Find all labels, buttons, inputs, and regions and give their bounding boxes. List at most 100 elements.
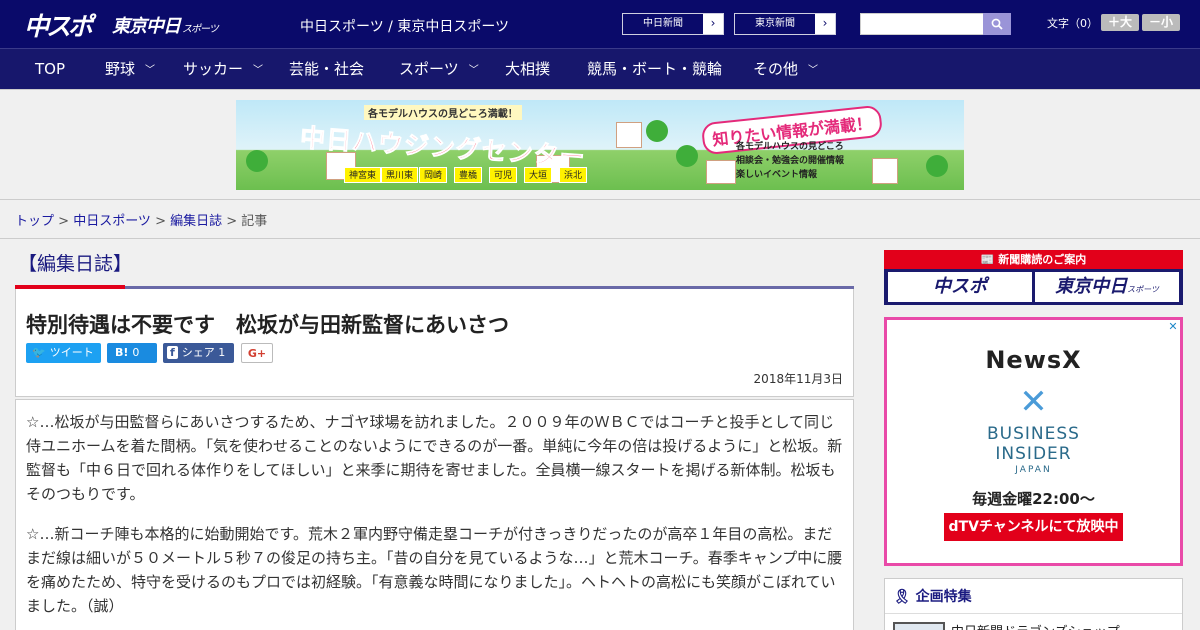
font-size-decrease-button[interactable]: －小 xyxy=(1142,14,1180,31)
chevron-down-icon: ﹀ xyxy=(468,65,479,76)
main-nav: TOP 野球 ﹀ サッカー ﹀ 芸能・社会 スポーツ ﹀ 大相撲 競馬・ボート・競輪 … xyxy=(0,48,1200,89)
newspaper-icon: 📰 xyxy=(980,253,999,266)
googleplus-share-button[interactable]: G+ xyxy=(241,343,273,363)
breadcrumb-link-editorial-diary[interactable]: 編集日誌 xyxy=(170,214,222,229)
business-insider-ad[interactable]: ✕ NewsX ✕ BUSINESS INSIDER JAPAN 毎週金曜22:… xyxy=(884,317,1183,566)
feature-link-dragons-shop[interactable]: 中日新聞ドラゴンズショップ xyxy=(951,621,1120,630)
tree-illustration xyxy=(646,120,668,142)
housing-center-banner-ad[interactable]: 各モデルハウスの見どころ満載！ 中日ハウジングセンター 知りたい情報が満載！ 各… xyxy=(236,100,964,190)
ribbon-icon: 🎗 xyxy=(893,589,911,605)
chunichi-shimbun-label: 中日新聞 xyxy=(643,18,683,29)
breadcrumb-separator: > xyxy=(155,214,171,229)
banner-city-tag: 大垣 xyxy=(524,167,553,183)
tokyo-logo-suffix: スポーツ xyxy=(182,24,219,35)
ad-close-icon[interactable]: ✕ xyxy=(1166,320,1180,334)
nav-item-baseball[interactable]: 野球 ﹀ xyxy=(105,49,155,90)
facebook-count: 1 xyxy=(218,346,226,359)
breadcrumb-current: 記事 xyxy=(241,214,268,229)
divider xyxy=(885,613,1182,614)
subscribe-tokyo-suffix: スポーツ xyxy=(1127,285,1159,294)
banner-city-tag: 豊橋 xyxy=(454,167,483,183)
house-illustration xyxy=(706,160,736,184)
ad-bi-line: BUSINESS xyxy=(987,424,1080,444)
breadcrumb-link-chunichi-sports[interactable]: 中日スポーツ xyxy=(73,214,151,229)
subscribe-chusupo-button[interactable]: 中スポ xyxy=(888,272,1032,302)
features-title: 🎗 企画特集 xyxy=(893,586,972,606)
nav-item-sports[interactable]: スポーツ ﹀ xyxy=(399,49,479,90)
nav-item-label: 野球 xyxy=(105,60,136,78)
subscription-heading-label: 新聞購読のご案内 xyxy=(998,253,1087,266)
tokyo-logo-text: 東京中日 xyxy=(112,16,181,37)
twitter-share-button[interactable]: 🐦 ツイート xyxy=(26,343,101,363)
hatena-bookmark-button[interactable]: B! 0 xyxy=(107,343,157,363)
banner-city-tag: 岡崎 xyxy=(419,167,448,183)
nav-item-label: その他 xyxy=(753,60,799,78)
ad-japan-label: JAPAN xyxy=(1015,465,1052,475)
category-title: 【編集日誌】 xyxy=(18,253,133,275)
ad-newsx-logo: NewsX xyxy=(985,346,1082,374)
nav-item-label: 芸能・社会 xyxy=(289,60,365,78)
chevron-right-icon: › xyxy=(815,14,835,34)
site-title: 中日スポーツ / 東京中日スポーツ xyxy=(300,19,510,35)
features-title-label: 企画特集 xyxy=(915,589,972,605)
chevron-down-icon: ﹀ xyxy=(253,65,264,76)
ad-cta: dTVチャンネルにて放映中 xyxy=(944,513,1123,541)
nav-item-entertainment[interactable]: 芸能・社会 xyxy=(289,49,364,90)
nav-item-racing[interactable]: 競馬・ボート・競輪 xyxy=(587,49,722,90)
banner-info-list: 各モデルハウスの見どころ 相談会・勉強会の開催情報 楽しいイベント情報 xyxy=(736,140,844,182)
article-body: ☆…松坂が与田監督らにあいさつするため、ナゴヤ球場を訪れました。２００９年のＷＢ… xyxy=(15,399,854,630)
twitter-icon: 🐦 xyxy=(32,346,46,359)
tokyo-shimbun-link[interactable]: 東京新聞 › xyxy=(734,13,836,35)
ad-x-mark: ✕ xyxy=(1019,382,1048,422)
chusupo-logo[interactable]: 中スポ xyxy=(24,7,93,43)
chunichi-shimbun-link[interactable]: 中日新聞 › xyxy=(622,13,724,35)
tree-illustration xyxy=(246,150,268,172)
search-button[interactable] xyxy=(983,13,1011,35)
nav-item-top[interactable]: TOP xyxy=(35,49,65,90)
article-header: 特別待遇は不要です 松坂が与田新監督にあいさつ 🐦 ツイート B! 0 f シェア 1… xyxy=(15,289,854,397)
subscribe-tokyo-chunichi-button[interactable]: 東京中日スポーツ xyxy=(1035,272,1179,302)
tokyo-chunichi-logo[interactable]: 東京中日 スポーツ xyxy=(112,12,219,38)
divider xyxy=(0,238,1200,239)
divider xyxy=(0,199,1200,200)
house-illustration xyxy=(872,158,898,184)
facebook-share-label: シェア xyxy=(181,346,215,359)
nav-item-label: TOP xyxy=(35,60,66,78)
chevron-right-icon: › xyxy=(703,14,723,34)
subscription-box: 📰 新聞購読のご案内 中スポ 東京中日スポーツ xyxy=(884,250,1183,305)
features-box: 🎗 企画特集 中日新聞ドラゴンズショップ xyxy=(884,578,1183,630)
nav-item-label: 競馬・ボート・競輪 xyxy=(587,60,723,78)
ad-bi-line: INSIDER xyxy=(995,444,1072,464)
banner-city-tag: 黒川東 xyxy=(381,167,419,183)
font-size-label: 文字（0） xyxy=(1047,17,1098,30)
tree-illustration xyxy=(926,155,948,177)
nav-item-label: スポーツ xyxy=(399,60,459,78)
ad-business-insider-logo: BUSINESS INSIDER xyxy=(887,424,1180,464)
hatena-count: 0 xyxy=(132,346,140,359)
nav-item-soccer[interactable]: サッカー ﹀ xyxy=(183,49,263,90)
banner-city-tag: 浜北 xyxy=(559,167,588,183)
nav-item-sumo[interactable]: 大相撲 xyxy=(505,49,550,90)
article-paragraph: ☆…新コーチ陣も本格的に始動開始です。荒木２軍内野守備走塁コーチが付きっきりだっ… xyxy=(26,525,843,615)
banner-city-tag: 神宮東 xyxy=(344,167,382,183)
feature-thumbnail[interactable] xyxy=(893,622,945,630)
banner-info-item: 各モデルハウスの見どころ xyxy=(736,142,844,152)
facebook-share-button[interactable]: f シェア 1 xyxy=(163,343,234,363)
ad-schedule: 毎週金曜22:00〜 xyxy=(972,490,1095,508)
facebook-icon: f xyxy=(167,346,178,359)
breadcrumb-separator: > xyxy=(58,214,74,229)
font-size-increase-button[interactable]: ＋大 xyxy=(1101,14,1139,31)
search-input[interactable] xyxy=(860,13,984,35)
subscription-heading: 📰 新聞購読のご案内 xyxy=(884,250,1183,269)
article-title: 特別待遇は不要です 松坂が与田新監督にあいさつ xyxy=(26,313,509,337)
subscribe-tokyo-label: 東京中日 xyxy=(1055,276,1128,297)
nav-item-others[interactable]: その他 ﹀ xyxy=(753,49,818,90)
banner-info-item: 相談会・勉強会の開催情報 xyxy=(736,156,845,166)
house-illustration xyxy=(616,122,642,148)
search-icon xyxy=(991,18,1003,30)
banner-subtitle: 各モデルハウスの見どころ満載！ xyxy=(364,105,522,120)
article-date: 2018年11月3日 xyxy=(753,372,843,386)
tree-illustration xyxy=(676,145,698,167)
breadcrumb-link-top[interactable]: トップ xyxy=(15,214,54,229)
twitter-share-label: ツイート xyxy=(49,346,94,359)
